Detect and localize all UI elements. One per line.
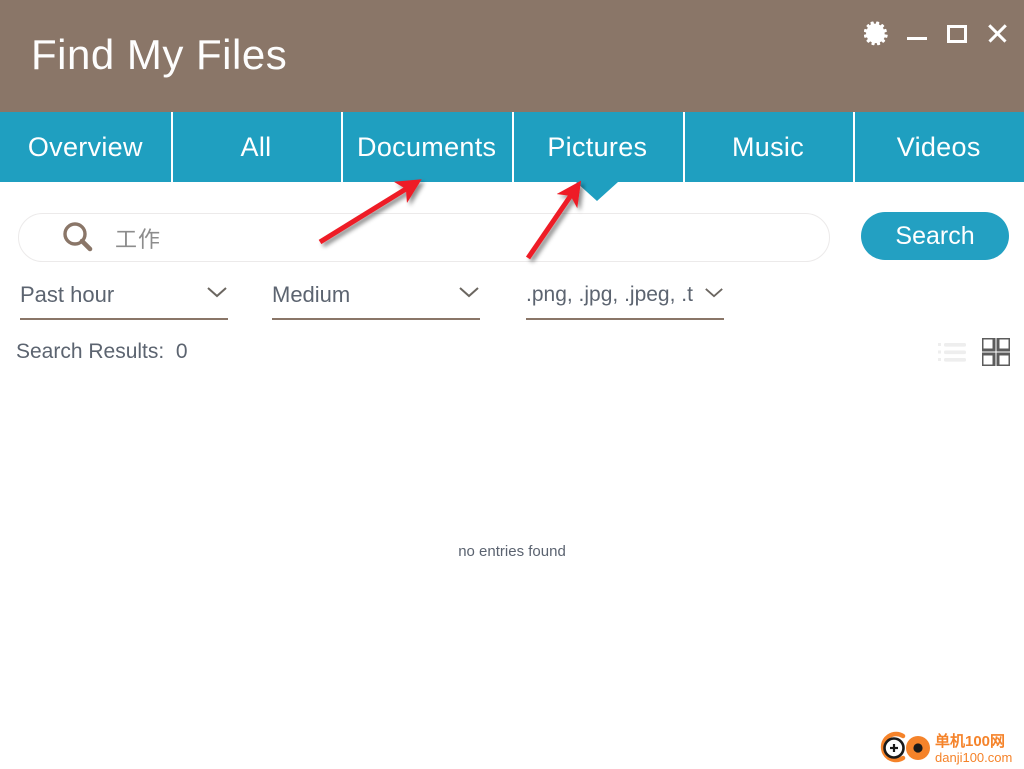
filters-row: Past hour Medium .png, .jpg, .jpeg, .t [0, 275, 1024, 320]
time-filter-value: Past hour [20, 282, 115, 307]
search-input[interactable]: 工作 [18, 213, 830, 262]
title-bar: Find My Files [0, 0, 1024, 112]
time-filter[interactable]: Past hour [20, 280, 228, 320]
gear-icon [864, 21, 888, 46]
search-input-value: 工作 [115, 226, 162, 252]
tab-music[interactable]: Music [682, 112, 854, 182]
page-title: Find My Files [31, 31, 288, 78]
watermark-text-en: danji100.com [935, 750, 1012, 765]
size-filter[interactable]: Medium [272, 280, 480, 320]
search-button[interactable]: Search [861, 212, 1009, 260]
minimize-button[interactable] [904, 20, 930, 46]
filetype-filter-value: .png, .jpg, .jpeg, .t [526, 283, 693, 306]
tab-pictures[interactable]: Pictures [512, 112, 683, 201]
search-icon [59, 219, 97, 257]
window-controls [864, 20, 1010, 46]
tab-all[interactable]: All [170, 112, 342, 182]
search-results-count: Search Results: 0 [16, 340, 188, 363]
settings-gear-button[interactable] [864, 20, 890, 46]
filetype-filter[interactable]: .png, .jpg, .jpeg, .t [526, 280, 724, 320]
empty-state-message: no entries found [458, 543, 566, 560]
tab-label: Overview [27, 131, 143, 162]
size-filter-value: Medium [272, 282, 351, 307]
maximize-button[interactable] [944, 20, 970, 46]
maximize-icon [947, 25, 967, 43]
results-bar: Search Results: 0 [0, 336, 1024, 376]
close-button[interactable] [984, 20, 1010, 46]
watermark-logo-icon: 单机100网 danji100.com [880, 731, 1012, 765]
tab-label: All [240, 131, 272, 162]
search-row: 工作 Search [0, 182, 1024, 264]
minimize-icon [907, 37, 927, 40]
grid-view-button[interactable] [980, 336, 1012, 371]
tab-label: Pictures [547, 131, 648, 162]
tab-documents[interactable]: Documents [341, 112, 512, 182]
list-view-icon [938, 343, 966, 362]
tab-label: Documents [357, 131, 497, 162]
chevron-down-icon [694, 286, 724, 304]
tab-label: Videos [896, 131, 981, 162]
chevron-down-icon [448, 286, 480, 304]
tab-videos[interactable]: Videos [853, 112, 1024, 182]
watermark: 单机100网 danji100.com [872, 729, 1020, 769]
watermark-text-cn: 单机100网 [935, 732, 1005, 750]
list-view-button[interactable] [938, 341, 966, 368]
view-toggle-group [938, 336, 1012, 371]
tab-bar: Overview All Documents Pictures Music Vi… [0, 112, 1024, 201]
find-my-files-window: Find My Files Overview All Documents Pic… [0, 0, 1024, 769]
chevron-down-icon [196, 286, 228, 304]
grid-view-icon [980, 336, 1012, 368]
tab-label: Music [732, 131, 805, 162]
tab-overview[interactable]: Overview [0, 112, 171, 182]
